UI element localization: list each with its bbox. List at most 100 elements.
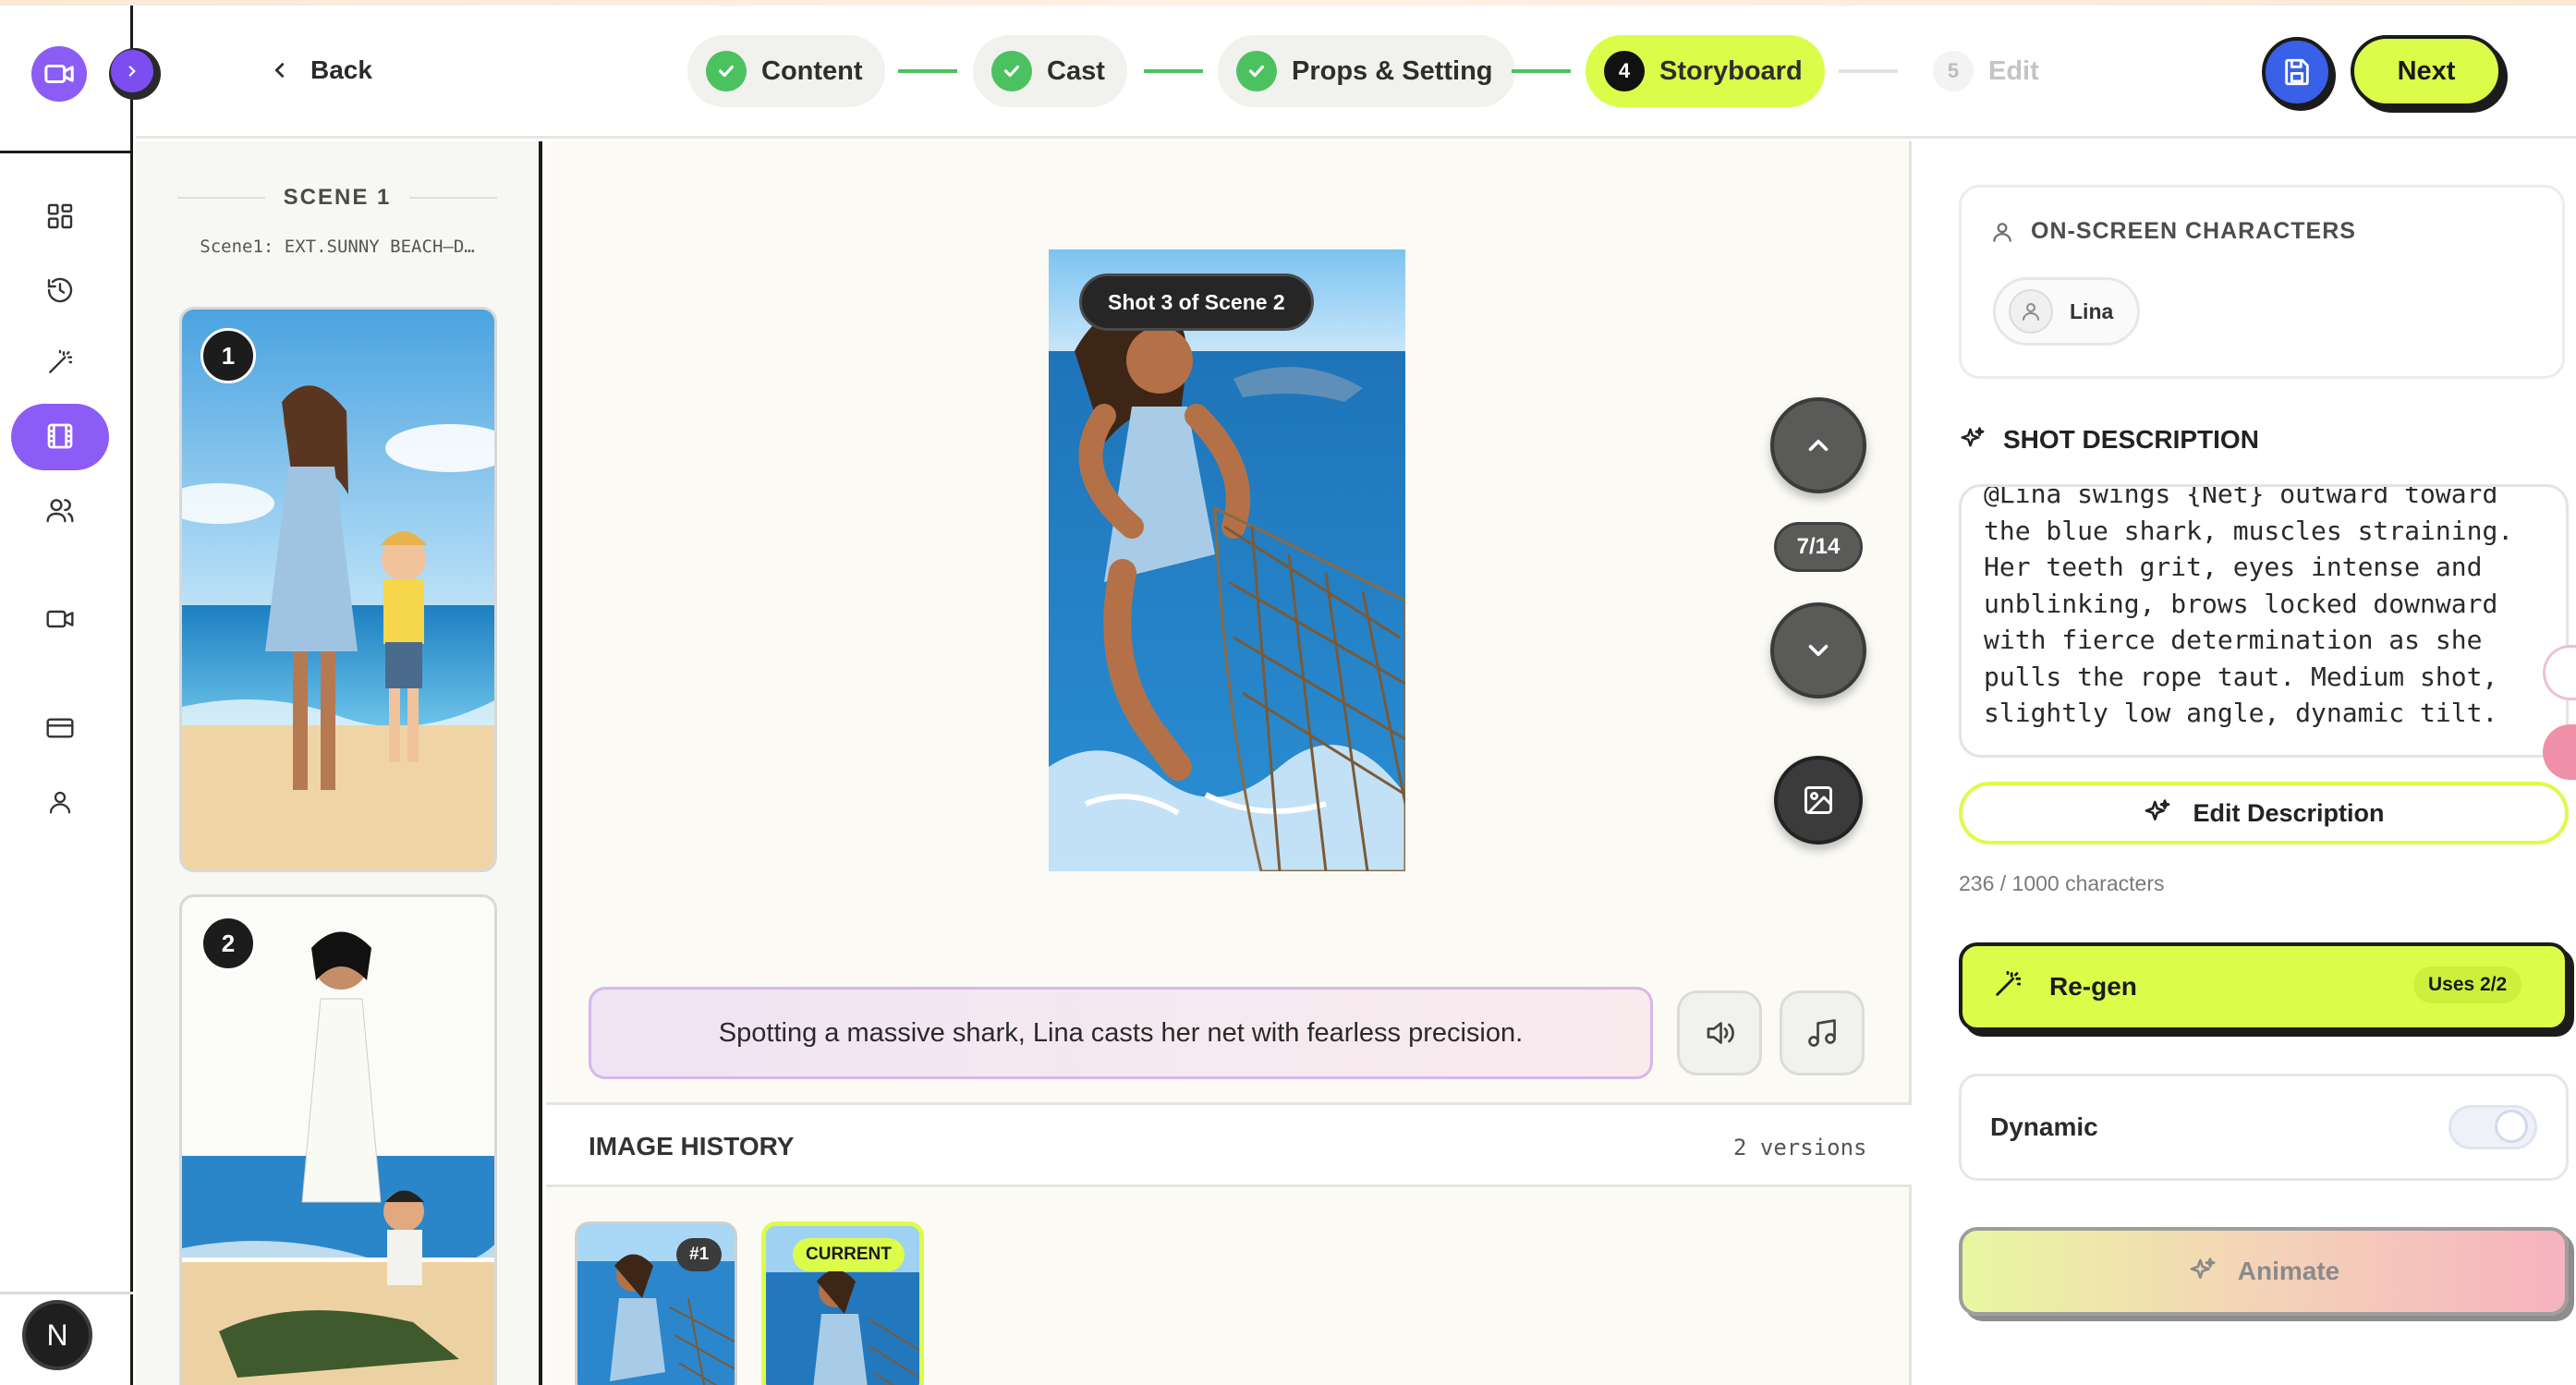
voice-button[interactable] — [1677, 990, 1762, 1075]
scene-heading: SCENE 1 — [177, 185, 498, 211]
shot-counter: 7/14 — [1774, 522, 1863, 572]
back-label: Back — [310, 55, 372, 84]
image-history-title: IMAGE HISTORY — [589, 1132, 795, 1160]
animate-label: Animate — [2237, 1257, 2340, 1285]
step-label: Edit — [1988, 55, 2039, 86]
shot-description-heading: SHOT DESCRIPTION — [1959, 425, 2259, 455]
image-icon — [1804, 786, 1832, 814]
image-history-count: 2 versions — [1733, 1135, 1867, 1160]
check-icon — [991, 51, 1032, 91]
previous-shot-button[interactable] — [1770, 397, 1866, 493]
user-avatar[interactable]: N — [22, 1300, 92, 1370]
rail-divider — [0, 151, 133, 153]
edit-description-label: Edit Description — [2193, 798, 2385, 827]
check-icon — [1236, 51, 1277, 91]
speaker-icon — [1707, 1022, 1734, 1044]
chevron-right-icon — [128, 66, 136, 77]
rail-item-video[interactable] — [28, 591, 92, 647]
rail-item-dashboard[interactable] — [28, 188, 92, 244]
shot-position-badge: Shot 3 of Scene 2 — [1079, 273, 1314, 331]
shot-number-badge: 2 — [200, 916, 256, 971]
shot-preview-image — [1049, 249, 1405, 871]
shot-number-badge: 1 — [200, 328, 256, 383]
app-logo[interactable] — [31, 46, 87, 102]
character-chip-lina[interactable]: Lina — [1993, 277, 2141, 346]
save-button[interactable] — [2262, 37, 2332, 107]
sparkles-icon — [1961, 427, 1985, 447]
step-label: Props & Setting — [1292, 55, 1493, 86]
step-storyboard[interactable]: 4 Storyboard — [1586, 35, 1825, 107]
rail-item-storyboard[interactable] — [28, 408, 92, 464]
floppy-disk-icon — [2285, 58, 2309, 86]
sparkles-icon — [2145, 799, 2170, 820]
rail-item-billing[interactable] — [28, 700, 92, 756]
shot-description-text: @Lina swings {Net} outward toward the bl… — [1984, 484, 2514, 728]
shot-thumbnail-1[interactable]: 1 — [179, 307, 497, 872]
character-name: Lina — [2070, 298, 2114, 323]
shot-caption[interactable]: Spotting a massive shark, Lina casts her… — [589, 987, 1653, 1079]
magic-wand-icon — [49, 349, 73, 373]
film-icon — [47, 423, 73, 449]
video-camera-icon — [44, 64, 74, 84]
animate-button[interactable]: Animate — [1959, 1227, 2569, 1316]
rail-item-cast[interactable] — [28, 482, 92, 538]
step-cast[interactable]: Cast — [973, 35, 1127, 107]
shot-description-textarea[interactable]: @Lina swings {Net} outward toward the bl… — [1959, 484, 2569, 758]
history-icon — [47, 277, 73, 303]
step-edit: 5 Edit — [1914, 35, 2061, 107]
edit-description-button[interactable]: Edit Description — [1959, 782, 2569, 844]
rail-item-profile[interactable] — [28, 774, 92, 830]
next-button[interactable]: Next — [2351, 35, 2502, 107]
back-button[interactable]: Back — [270, 52, 372, 89]
step-connector — [898, 69, 957, 73]
regen-label: Re-gen — [2049, 972, 2137, 1001]
step-content[interactable]: Content — [687, 35, 885, 107]
credit-card-icon — [46, 718, 74, 738]
users-icon — [46, 499, 74, 523]
step-label: Storyboard — [1659, 55, 1803, 86]
user-icon — [49, 791, 71, 814]
rail-bottom-divider — [0, 1292, 133, 1294]
rail-item-magic[interactable] — [28, 334, 92, 390]
chevron-left-icon — [274, 63, 285, 78]
dynamic-label: Dynamic — [1990, 1112, 2098, 1141]
scene-title: SCENE 1 — [283, 185, 392, 210]
chevron-up-icon — [1808, 439, 1829, 452]
chevron-down-icon — [1808, 644, 1829, 657]
current-version-tag: CURRENT — [793, 1238, 905, 1271]
step-connector — [1144, 69, 1203, 73]
dynamic-toggle-knob — [2495, 1110, 2528, 1143]
description-char-count: 236 / 1000 characters — [1959, 871, 2165, 895]
next-shot-button[interactable] — [1770, 602, 1866, 699]
on-screen-characters-heading: ON-SCREEN CHARACTERS — [1990, 218, 2356, 245]
user-icon — [2023, 303, 2039, 321]
shot-thumbnail-2[interactable]: 2 — [179, 894, 497, 1385]
check-icon — [706, 51, 747, 91]
character-avatar — [2009, 289, 2053, 334]
user-icon — [1993, 222, 2011, 242]
step-number: 4 — [1604, 51, 1645, 91]
step-number: 5 — [1933, 51, 1974, 91]
rail-item-history[interactable] — [28, 262, 92, 318]
step-connector — [1512, 69, 1571, 73]
shot-description-title: SHOT DESCRIPTION — [2003, 425, 2259, 454]
video-icon — [46, 610, 74, 628]
scene-subtitle: Scene1: EXT.SUNNY BEACH–D… — [200, 237, 475, 257]
step-connector — [1839, 69, 1898, 73]
step-label: Cast — [1047, 55, 1105, 86]
sidebar-expand-button[interactable] — [111, 50, 153, 92]
magic-wand-icon — [1996, 970, 2022, 996]
grid-icon — [47, 203, 73, 229]
sparkles-icon — [2190, 1257, 2216, 1279]
on-screen-characters-title: ON-SCREEN CHARACTERS — [2031, 218, 2356, 244]
history-version-tag: #1 — [676, 1238, 723, 1271]
regen-icon-wrap — [1992, 968, 2023, 1004]
step-props-setting[interactable]: Props & Setting — [1218, 35, 1515, 107]
shot-1-image — [182, 310, 494, 869]
music-note-icon — [1808, 1019, 1836, 1047]
regen-uses-badge: Uses 2/2 — [2413, 966, 2522, 1003]
shot-preview-illustration — [1049, 249, 1405, 871]
image-options-button[interactable] — [1774, 756, 1863, 844]
step-label: Content — [761, 55, 863, 86]
music-button[interactable] — [1780, 990, 1865, 1075]
